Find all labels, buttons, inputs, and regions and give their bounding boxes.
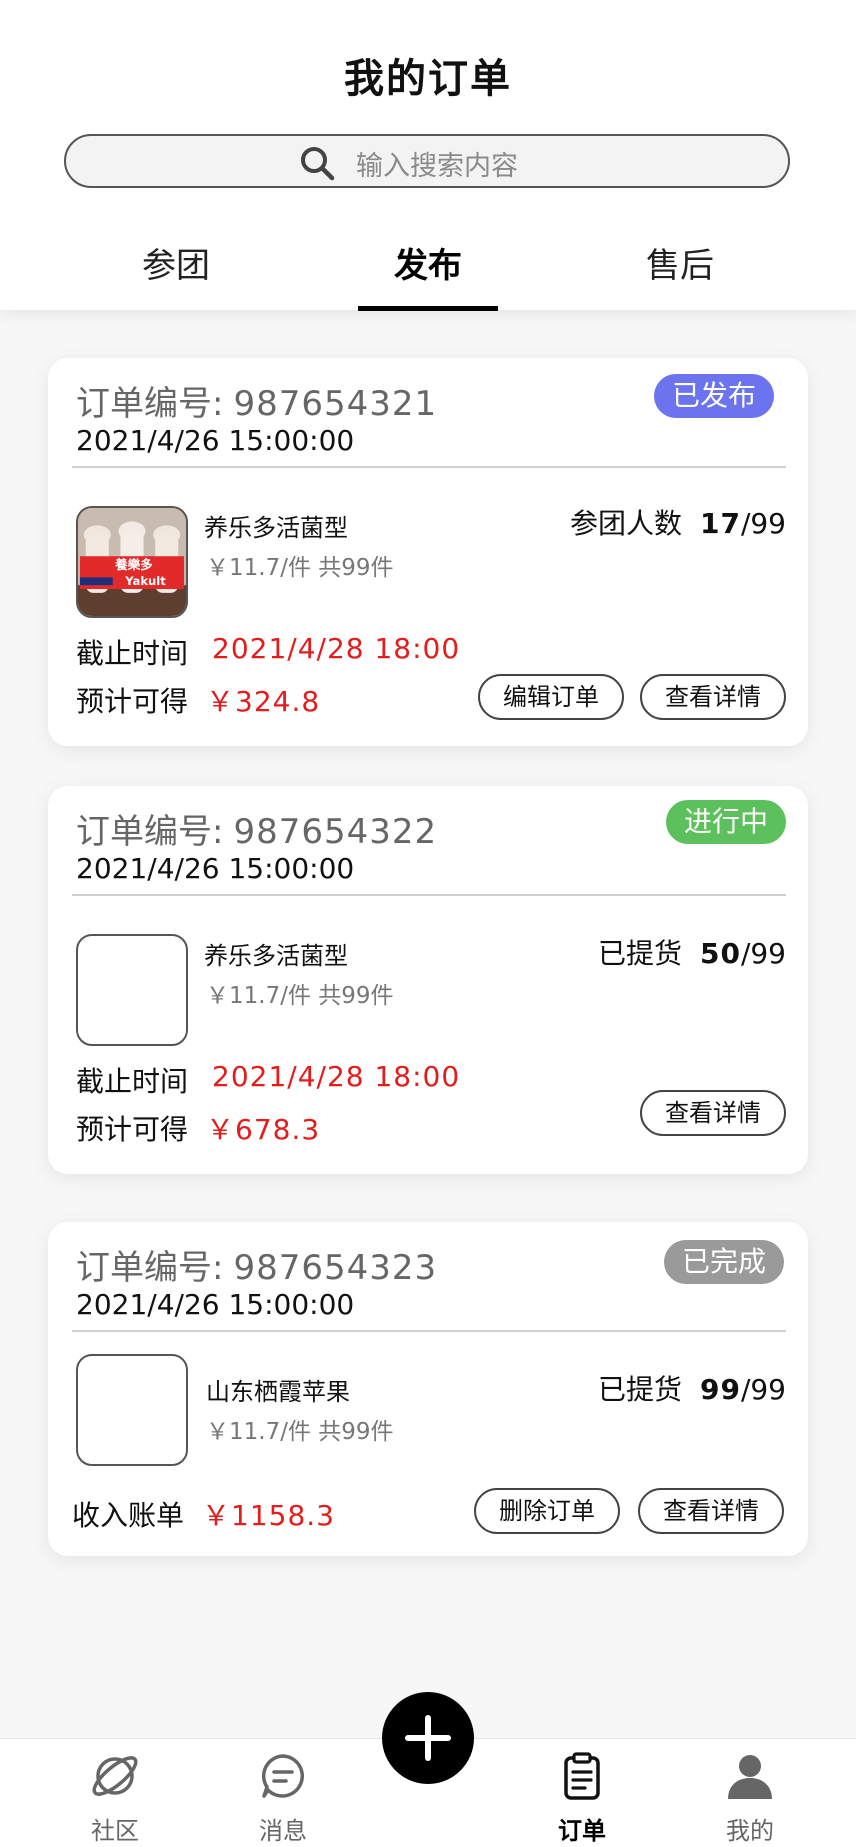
count-total: /99	[740, 937, 786, 970]
svg-text:Yakult: Yakult	[124, 574, 166, 588]
product-name: 山东栖霞苹果	[206, 1378, 350, 1406]
divider	[72, 466, 786, 468]
nav-label: 订单	[558, 1817, 606, 1845]
divider	[72, 1330, 786, 1332]
income-label: 收入账单	[72, 1499, 185, 1532]
count-label: 参团人数	[569, 507, 682, 540]
header: 我的订单 输入搜索内容 参团 发布 售后	[0, 0, 856, 311]
page-title: 我的订单	[344, 56, 512, 102]
order-card[interactable]: 订单编号: 987654322 2021/4/26 15:00:00 进行中 养乐…	[48, 786, 808, 1174]
nav-orders[interactable]: 订单	[532, 1739, 632, 1847]
order-time: 2021/4/26 15:00:00	[76, 852, 355, 885]
yakult-bottles-image: 養樂多 Yakult	[78, 508, 186, 616]
product-name: 养乐多活菌型	[204, 514, 348, 542]
status-badge: 已完成	[664, 1240, 784, 1284]
svg-text:養樂多: 養樂多	[115, 557, 153, 572]
order-card[interactable]: 订单编号: 987654323 2021/4/26 15:00:00 已完成 山东…	[48, 1222, 808, 1556]
tab-join[interactable]: 参团	[96, 238, 256, 287]
order-number-value: 987654321	[233, 384, 438, 424]
participant-count: 参团人数 17/99	[570, 502, 786, 542]
view-details-button[interactable]: 查看详情	[640, 674, 786, 720]
count-value: 17	[699, 507, 741, 540]
search-icon	[301, 147, 335, 181]
income-value: ￥678.3	[206, 1113, 321, 1146]
product-name: 养乐多活菌型	[204, 942, 348, 970]
delete-order-button[interactable]: 删除订单	[474, 1488, 620, 1534]
nav-community[interactable]: 社区	[65, 1739, 165, 1847]
plus-icon	[405, 1715, 451, 1761]
order-number-value: 987654322	[233, 812, 438, 852]
order-number: 订单编号: 987654323	[76, 1240, 437, 1289]
status-badge: 已发布	[654, 374, 774, 418]
count-total: /99	[740, 507, 786, 540]
picked-up-count: 已提货 99/99	[598, 1368, 786, 1408]
planet-icon	[92, 1756, 138, 1796]
view-details-button[interactable]: 查看详情	[638, 1488, 784, 1534]
order-number: 订单编号: 987654321	[76, 376, 437, 425]
clipboard-icon	[564, 1752, 600, 1800]
income-label: 预计可得	[76, 685, 189, 718]
order-number: 订单编号: 987654322	[76, 804, 437, 853]
order-card[interactable]: 订单编号: 987654321 2021/4/26 15:00:00 已发布 養樂…	[48, 358, 808, 746]
income-value: ￥1158.3	[202, 1499, 335, 1532]
nav-label: 社区	[91, 1817, 139, 1845]
product-price: ￥11.7/件 共99件	[206, 1419, 394, 1445]
search-input[interactable]: 输入搜索内容	[356, 144, 518, 183]
nav-label: 消息	[259, 1817, 307, 1845]
status-badge: 进行中	[666, 800, 786, 844]
order-number-value: 987654323	[233, 1248, 438, 1288]
count-label: 已提货	[597, 937, 682, 970]
product-image	[76, 1354, 188, 1466]
nav-label: 我的	[726, 1817, 774, 1845]
nav-messages[interactable]: 消息	[233, 1739, 333, 1847]
deadline-label: 截止时间	[76, 637, 189, 670]
order-number-label: 订单编号:	[76, 1248, 224, 1288]
count-value: 50	[699, 937, 741, 970]
message-icon	[261, 1754, 304, 1798]
income-label: 预计可得	[76, 1113, 189, 1146]
count-value: 99	[699, 1373, 741, 1406]
count-total: /99	[740, 1373, 786, 1406]
deadline-value: 2021/4/28 18:00	[212, 632, 461, 665]
active-tab-indicator	[358, 306, 498, 311]
order-number-label: 订单编号:	[76, 384, 224, 424]
edit-order-button[interactable]: 编辑订单	[478, 674, 624, 720]
order-time: 2021/4/26 15:00:00	[76, 1288, 355, 1321]
tab-publish[interactable]: 发布	[348, 238, 508, 287]
picked-up-count: 已提货 50/99	[598, 932, 786, 972]
tab-after-sales[interactable]: 售后	[600, 238, 760, 287]
product-price: ￥11.7/件 共99件	[206, 983, 394, 1009]
order-time: 2021/4/26 15:00:00	[76, 424, 355, 457]
view-details-button[interactable]: 查看详情	[640, 1090, 786, 1136]
product-price: ￥11.7/件 共99件	[206, 555, 394, 581]
income-value: ￥324.8	[206, 685, 321, 718]
deadline-label: 截止时间	[76, 1065, 189, 1098]
user-icon	[728, 1755, 772, 1799]
divider	[72, 894, 786, 896]
product-image	[76, 934, 188, 1046]
order-number-label: 订单编号:	[76, 812, 224, 852]
count-label: 已提货	[597, 1373, 682, 1406]
deadline-value: 2021/4/28 18:00	[212, 1060, 461, 1093]
product-image: 養樂多 Yakult	[76, 506, 188, 618]
search-bar[interactable]: 输入搜索内容	[64, 134, 790, 188]
create-order-button[interactable]	[382, 1692, 474, 1784]
nav-profile[interactable]: 我的	[700, 1739, 800, 1847]
